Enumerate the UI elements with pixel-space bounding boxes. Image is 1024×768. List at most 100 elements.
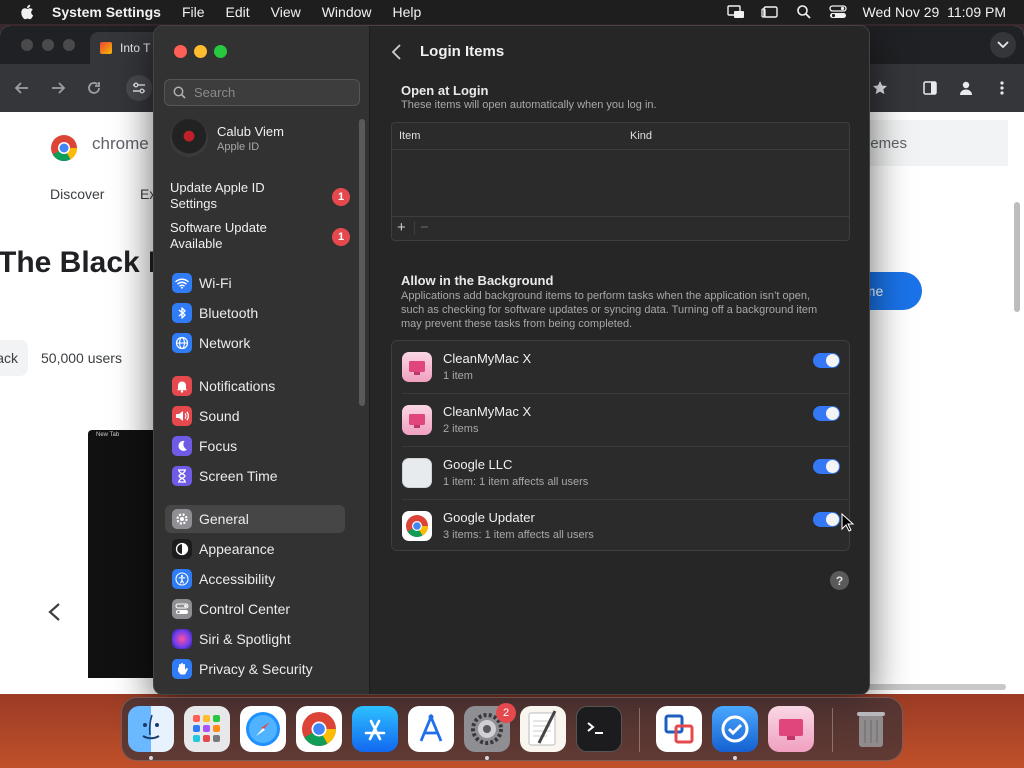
launchpad-icon[interactable]	[184, 706, 230, 752]
chrome-tab[interactable]: Into T	[90, 32, 160, 64]
open-at-login-table[interactable]: Item Kind + −	[391, 122, 850, 241]
textedit-icon[interactable]	[520, 706, 566, 752]
finder-icon[interactable]	[128, 706, 174, 752]
chrome-zoom-button[interactable]	[63, 39, 75, 51]
column-header-kind[interactable]: Kind	[630, 130, 652, 142]
sidebar-scrollbar[interactable]	[359, 119, 365, 406]
page-vertical-scrollbar[interactable]	[1014, 202, 1020, 312]
sidebar-item-focus[interactable]: Focus	[165, 432, 345, 460]
system-settings-icon[interactable]: 2	[464, 703, 516, 752]
screenshot-preview[interactable]: New Tab	[88, 430, 158, 678]
stage-manager-icon[interactable]	[760, 4, 779, 20]
item-detail: 2 items	[443, 423, 479, 435]
sidebar-item-label: Wi-Fi	[199, 275, 232, 291]
update-apple-id-notice[interactable]: Update Apple ID Settings 1	[170, 180, 350, 212]
sidebar-item-network[interactable]: Network	[165, 329, 345, 357]
list-item[interactable]: Google LLC 1 item: 1 item affects all us…	[392, 447, 849, 500]
screen-sharing-icon[interactable]	[726, 4, 745, 20]
chrome-icon[interactable]	[296, 706, 342, 752]
window-close-button[interactable]	[174, 45, 187, 58]
xcode-instruments-icon[interactable]	[408, 706, 454, 752]
tab-search-button[interactable]	[990, 32, 1016, 58]
sidebar-item-screen-time[interactable]: Screen Time	[165, 462, 345, 490]
background-toggle[interactable]	[813, 406, 840, 421]
carousel-previous-icon[interactable]	[46, 602, 64, 622]
cleanmymac-icon[interactable]	[768, 706, 814, 752]
list-item[interactable]: CleanMyMac X 2 items	[392, 394, 849, 447]
sidebar-item-sound[interactable]: Sound	[165, 402, 345, 430]
item-name: CleanMyMac X	[443, 351, 532, 366]
globe-icon	[172, 333, 192, 353]
column-header-item[interactable]: Item	[399, 130, 420, 142]
category-pill[interactable]: ack	[0, 340, 28, 376]
sidebar-item-control-center[interactable]: Control Center	[165, 595, 345, 623]
reload-icon[interactable]	[84, 78, 104, 98]
sidebar-item-label: Network	[199, 335, 251, 351]
cleanmymac-icon	[402, 352, 432, 382]
help-button[interactable]: ?	[830, 571, 849, 590]
add-login-item-button[interactable]: +	[397, 219, 406, 236]
menu-view[interactable]: View	[271, 4, 301, 20]
site-settings-icon[interactable]	[126, 75, 152, 101]
terminal-icon[interactable]	[576, 706, 622, 752]
menubar-clock[interactable]: Wed Nov 29 11:09 PM	[863, 4, 1006, 20]
software-update-notice[interactable]: Software Update Available 1	[170, 220, 350, 252]
allow-background-description: Applications add background items to per…	[401, 290, 818, 330]
menu-file[interactable]: File	[182, 4, 205, 20]
background-toggle[interactable]	[813, 353, 840, 368]
sidebar-item-appearance[interactable]: Appearance	[165, 535, 345, 563]
back-arrow-icon[interactable]	[12, 78, 32, 98]
menu-help[interactable]: Help	[393, 4, 422, 20]
sidebar-item-general[interactable]: General	[165, 505, 345, 533]
sidebar-item-privacy-security[interactable]: Privacy & Security	[165, 655, 345, 683]
nav-discover-link[interactable]: Discover	[50, 186, 104, 202]
sidebar-item-siri-spotlight[interactable]: Siri & Spotlight	[165, 625, 345, 653]
search-input[interactable]	[194, 85, 354, 100]
page-horizontal-scrollbar[interactable]	[860, 684, 1006, 690]
apple-id-account[interactable]: Calub Viem Apple ID	[170, 119, 284, 157]
forward-arrow-icon[interactable]	[48, 78, 68, 98]
nav-themes-tab[interactable]: hemes	[862, 120, 1008, 166]
list-item[interactable]: Google Updater 3 items: 1 item affects a…	[392, 500, 849, 553]
gear-icon	[172, 509, 192, 529]
item-detail: 1 item: 1 item affects all users	[443, 476, 589, 488]
menu-app-name[interactable]: System Settings	[52, 4, 161, 20]
window-zoom-button[interactable]	[214, 45, 227, 58]
remove-login-item-button[interactable]: −	[420, 219, 429, 236]
chrome-close-button[interactable]	[21, 39, 33, 51]
sidebar-search[interactable]	[164, 79, 360, 106]
user-count: 50,000 users	[41, 350, 122, 366]
window-minimize-button[interactable]	[194, 45, 207, 58]
side-panel-icon[interactable]	[920, 78, 940, 98]
background-toggle[interactable]	[813, 512, 840, 527]
settings-sidebar: Calub Viem Apple ID Update Apple ID Sett…	[154, 26, 370, 694]
allow-background-title: Allow in the Background	[401, 273, 554, 288]
back-chevron-icon[interactable]	[390, 43, 404, 61]
profile-icon[interactable]	[956, 78, 976, 98]
apple-menu-icon[interactable]	[20, 4, 34, 20]
app-store-icon[interactable]	[352, 706, 398, 752]
safari-icon[interactable]	[240, 706, 286, 752]
list-item[interactable]: CleanMyMac X 1 item	[392, 341, 849, 394]
menu-window[interactable]: Window	[322, 4, 372, 20]
search-icon	[173, 86, 186, 99]
screens-icon[interactable]	[656, 706, 702, 752]
control-center-icon[interactable]	[828, 4, 847, 20]
sidebar-item-wifi[interactable]: Wi-Fi	[165, 269, 345, 297]
proxyman-icon[interactable]	[712, 706, 758, 752]
chrome-web-store-logo-text[interactable]: chrome	[92, 134, 149, 154]
chrome-minimize-button[interactable]	[42, 39, 54, 51]
trash-icon[interactable]	[848, 706, 894, 752]
sidebar-item-bluetooth[interactable]: Bluetooth	[165, 299, 345, 327]
sidebar-item-notifications[interactable]: Notifications	[165, 372, 345, 400]
running-indicator	[733, 756, 737, 760]
menu-edit[interactable]: Edit	[226, 4, 250, 20]
sidebar-item-label: Notifications	[199, 378, 276, 394]
sidebar-item-accessibility[interactable]: Accessibility	[165, 565, 345, 593]
background-toggle[interactable]	[813, 459, 840, 474]
spotlight-search-icon[interactable]	[795, 4, 813, 20]
item-name: Google Updater	[443, 510, 535, 525]
chrome-menu-icon[interactable]	[992, 78, 1012, 98]
system-settings-window: Calub Viem Apple ID Update Apple ID Sett…	[153, 25, 870, 695]
bookmark-star-icon[interactable]	[870, 78, 890, 98]
